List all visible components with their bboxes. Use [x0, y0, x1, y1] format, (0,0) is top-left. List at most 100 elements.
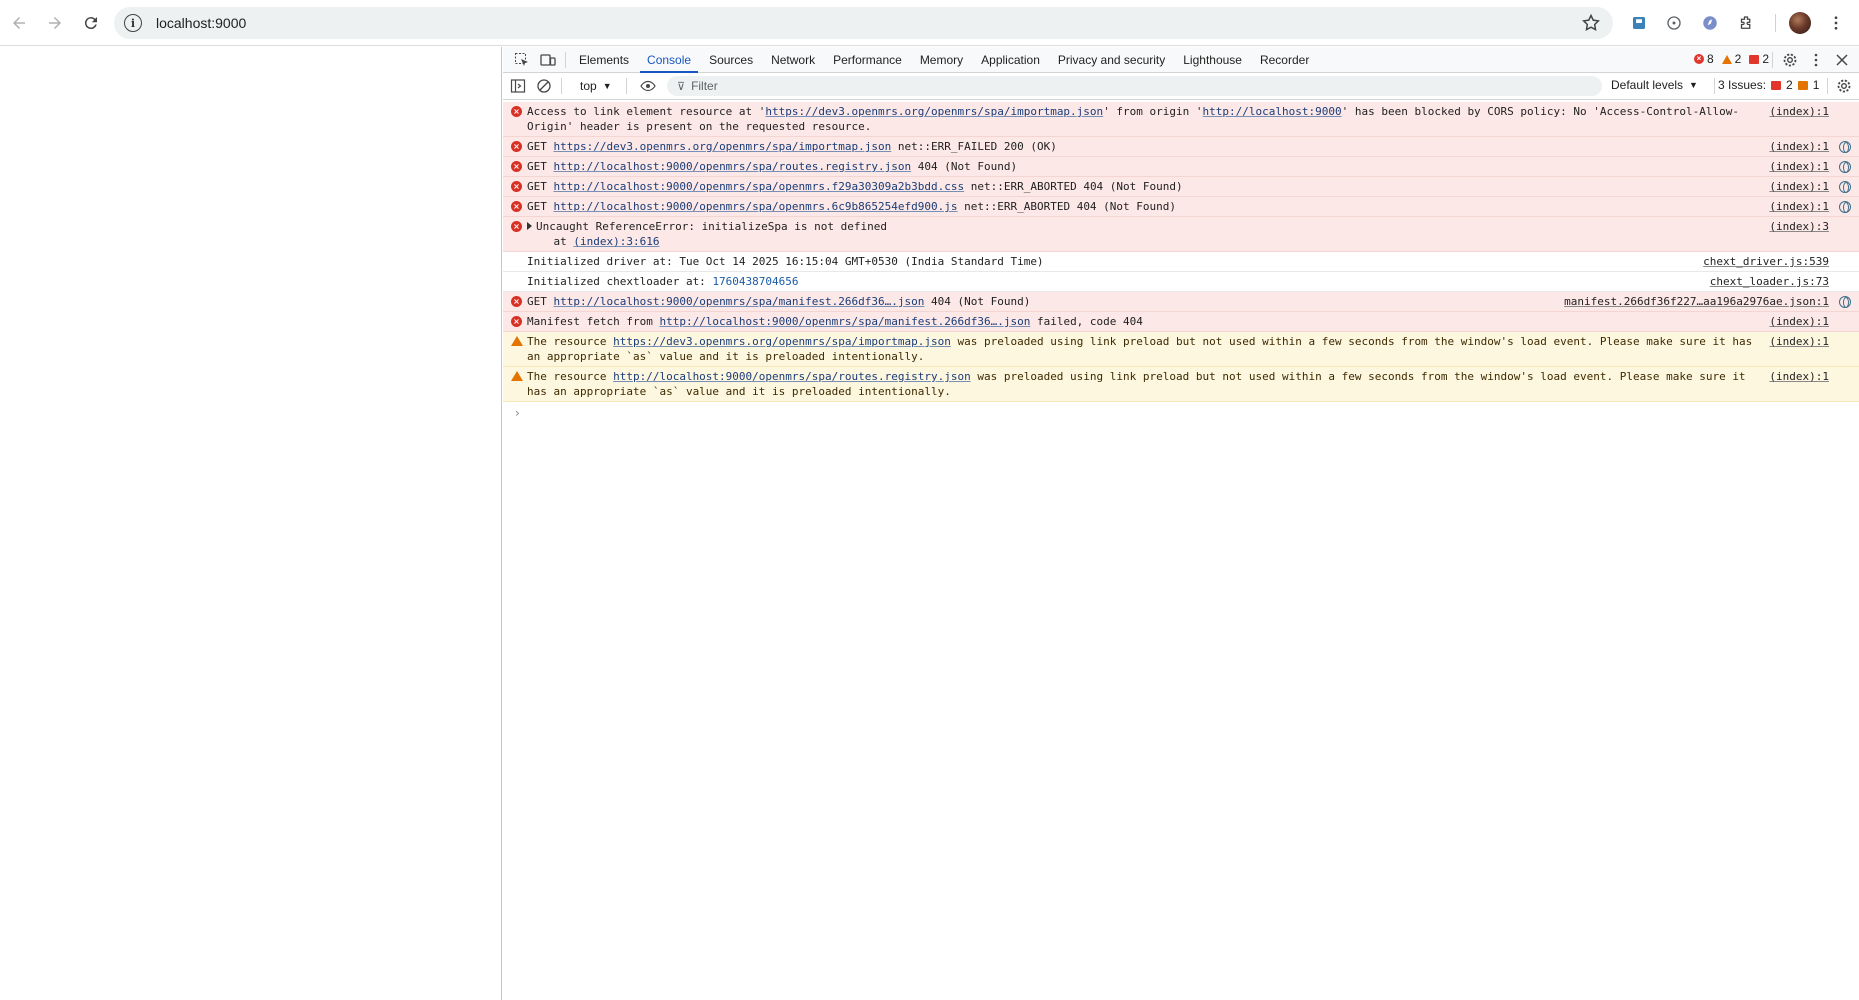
clear-console-icon[interactable]: [531, 73, 557, 99]
tab-performance[interactable]: Performance: [824, 47, 911, 73]
message-text: GET http://localhost:9000/openmrs/spa/ro…: [527, 160, 1017, 173]
message-link[interactable]: http://localhost:9000: [1203, 105, 1342, 118]
console-filter-input[interactable]: ⊽ Filter: [667, 76, 1602, 96]
console-message-error: × GET http://localhost:9000/openmrs/spa/m…: [503, 292, 1859, 312]
console-message-error: × Uncaught ReferenceError: initializeSpa …: [503, 217, 1859, 252]
message-source-link[interactable]: (index):1: [1769, 314, 1829, 329]
issue-icon: [1749, 54, 1760, 64]
network-globe-icon[interactable]: [1839, 201, 1851, 213]
tab-network[interactable]: Network: [762, 47, 824, 73]
message-source-link[interactable]: (index):3: [1769, 219, 1829, 234]
settings-gear-icon[interactable]: [1777, 47, 1803, 73]
tab-lighthouse[interactable]: Lighthouse: [1174, 47, 1251, 73]
forward-button[interactable]: [42, 10, 68, 36]
message-link[interactable]: https://dev3.openmrs.org/openmrs/spa/imp…: [613, 335, 951, 348]
devtools-window-controls: [1768, 47, 1855, 73]
back-button[interactable]: [6, 10, 32, 36]
network-globe-icon[interactable]: [1839, 296, 1851, 308]
tab-elements[interactable]: Elements: [570, 47, 638, 73]
arrow-left-icon: [13, 16, 25, 29]
message-segment: Initialized driver at: Tue Oct 14 2025 1…: [527, 255, 1044, 268]
message-source-link[interactable]: chext_loader.js:73: [1710, 274, 1829, 289]
message-link[interactable]: http://localhost:9000/openmrs/spa/openmr…: [554, 180, 965, 193]
close-devtools-icon[interactable]: [1829, 47, 1855, 73]
tab-privacy-and-security[interactable]: Privacy and security: [1049, 47, 1174, 73]
sidebar-toggle-icon[interactable]: [505, 73, 531, 99]
console-message-error: × GET http://localhost:9000/openmrs/spa/o…: [503, 197, 1859, 217]
message-segment: GET: [527, 295, 554, 308]
message-link[interactable]: https://dev3.openmrs.org/openmrs/spa/imp…: [554, 140, 892, 153]
message-link[interactable]: http://localhost:9000/openmrs/spa/routes…: [554, 160, 912, 173]
extension-compass-icon[interactable]: [1699, 12, 1721, 34]
network-globe-icon[interactable]: [1839, 141, 1851, 153]
context-value: top: [580, 79, 597, 93]
message-source-link[interactable]: (index):1: [1769, 179, 1829, 194]
extension-circle-icon[interactable]: [1663, 12, 1685, 34]
issues-error-count: 2: [1786, 78, 1793, 92]
console-prompt[interactable]: ›: [503, 402, 1859, 420]
tab-recorder[interactable]: Recorder: [1251, 47, 1318, 73]
message-segment: GET: [527, 140, 554, 153]
network-globe-icon[interactable]: [1839, 161, 1851, 173]
message-segment: The resource: [527, 335, 614, 348]
tab-sources[interactable]: Sources: [700, 47, 762, 73]
network-globe-icon[interactable]: [1839, 181, 1851, 193]
tab-memory[interactable]: Memory: [911, 47, 972, 73]
extension-save-icon[interactable]: [1628, 12, 1650, 34]
message-link[interactable]: https://dev3.openmrs.org/openmrs/spa/imp…: [765, 105, 1103, 118]
url-text[interactable]: localhost:9000: [156, 15, 246, 31]
message-source-link[interactable]: chext_driver.js:539: [1703, 254, 1829, 269]
console-toolbar: top ▼ ⊽ Filter Default levels ▼ 3 Issues…: [503, 73, 1859, 100]
issues-count[interactable]: 2: [1749, 52, 1769, 66]
toolbar-divider: [1775, 14, 1776, 32]
browser-menu-icon[interactable]: [1825, 12, 1847, 34]
error-icon: ×: [511, 221, 522, 232]
error-icon: ×: [511, 106, 522, 117]
message-link[interactable]: http://localhost:9000/openmrs/spa/routes…: [613, 370, 971, 383]
separator: [625, 78, 627, 94]
bookmark-star-icon[interactable]: [1581, 13, 1601, 33]
tab-application[interactable]: Application: [972, 47, 1049, 73]
message-source-link[interactable]: (index):1: [1769, 104, 1829, 119]
message-source-link[interactable]: (index):1: [1769, 139, 1829, 154]
message-source-link[interactable]: (index):1: [1769, 369, 1829, 384]
message-link[interactable]: http://localhost:9000/openmrs/spa/manife…: [554, 295, 925, 308]
live-expression-eye-icon[interactable]: [635, 73, 661, 99]
message-link[interactable]: (index):3:616: [573, 235, 659, 248]
message-source-link[interactable]: (index):1: [1769, 199, 1829, 214]
more-options-icon[interactable]: [1803, 47, 1829, 73]
tab-separator: [565, 51, 566, 68]
site-info-icon[interactable]: i: [124, 14, 142, 32]
error-count[interactable]: × 8: [1693, 52, 1714, 66]
message-link[interactable]: http://localhost:9000/openmrs/spa/manife…: [659, 315, 1030, 328]
address-bar[interactable]: i localhost:9000: [114, 7, 1613, 39]
console-settings-gear-icon[interactable]: [1831, 73, 1857, 99]
message-counts[interactable]: × 8 2 2: [1693, 52, 1769, 66]
context-selector[interactable]: top ▼: [580, 79, 612, 93]
separator: [1714, 78, 1715, 94]
error-icon: ×: [511, 296, 522, 307]
page-viewport: [0, 47, 502, 1000]
message-source-link[interactable]: (index):1: [1769, 159, 1829, 174]
reload-icon: [84, 16, 97, 29]
profile-avatar[interactable]: [1789, 12, 1811, 34]
devtools-panel: Elements Console Sources Network Performance…: [503, 47, 1859, 1000]
message-source-link[interactable]: manifest.266df36f227…aa196a2976ae.json:1: [1564, 294, 1829, 309]
message-text: Manifest fetch from http://localhost:900…: [527, 315, 1143, 328]
issues-button[interactable]: 3 Issues: 2 1: [1718, 78, 1819, 92]
message-text: GET http://localhost:9000/openmrs/spa/ma…: [527, 295, 1030, 308]
extensions-puzzle-icon[interactable]: [1735, 12, 1757, 34]
issues-warning-count: 1: [1812, 78, 1820, 92]
expand-triangle-icon[interactable]: [527, 222, 532, 230]
warning-count[interactable]: 2: [1721, 52, 1741, 66]
message-source-link[interactable]: (index):1: [1769, 334, 1829, 349]
reload-button[interactable]: [78, 10, 104, 36]
tab-console[interactable]: Console: [638, 47, 700, 73]
inspect-element-icon[interactable]: [509, 47, 535, 73]
device-toolbar-icon[interactable]: [535, 47, 561, 73]
log-levels-dropdown[interactable]: Default levels ▼: [1611, 78, 1698, 92]
devtools-tabbar: Elements Console Sources Network Performance…: [503, 47, 1859, 73]
console-message-error: × GET http://localhost:9000/openmrs/spa/o…: [503, 177, 1859, 197]
issue-warning-icon: [1797, 80, 1808, 90]
message-link[interactable]: http://localhost:9000/openmrs/spa/openmr…: [554, 200, 958, 213]
